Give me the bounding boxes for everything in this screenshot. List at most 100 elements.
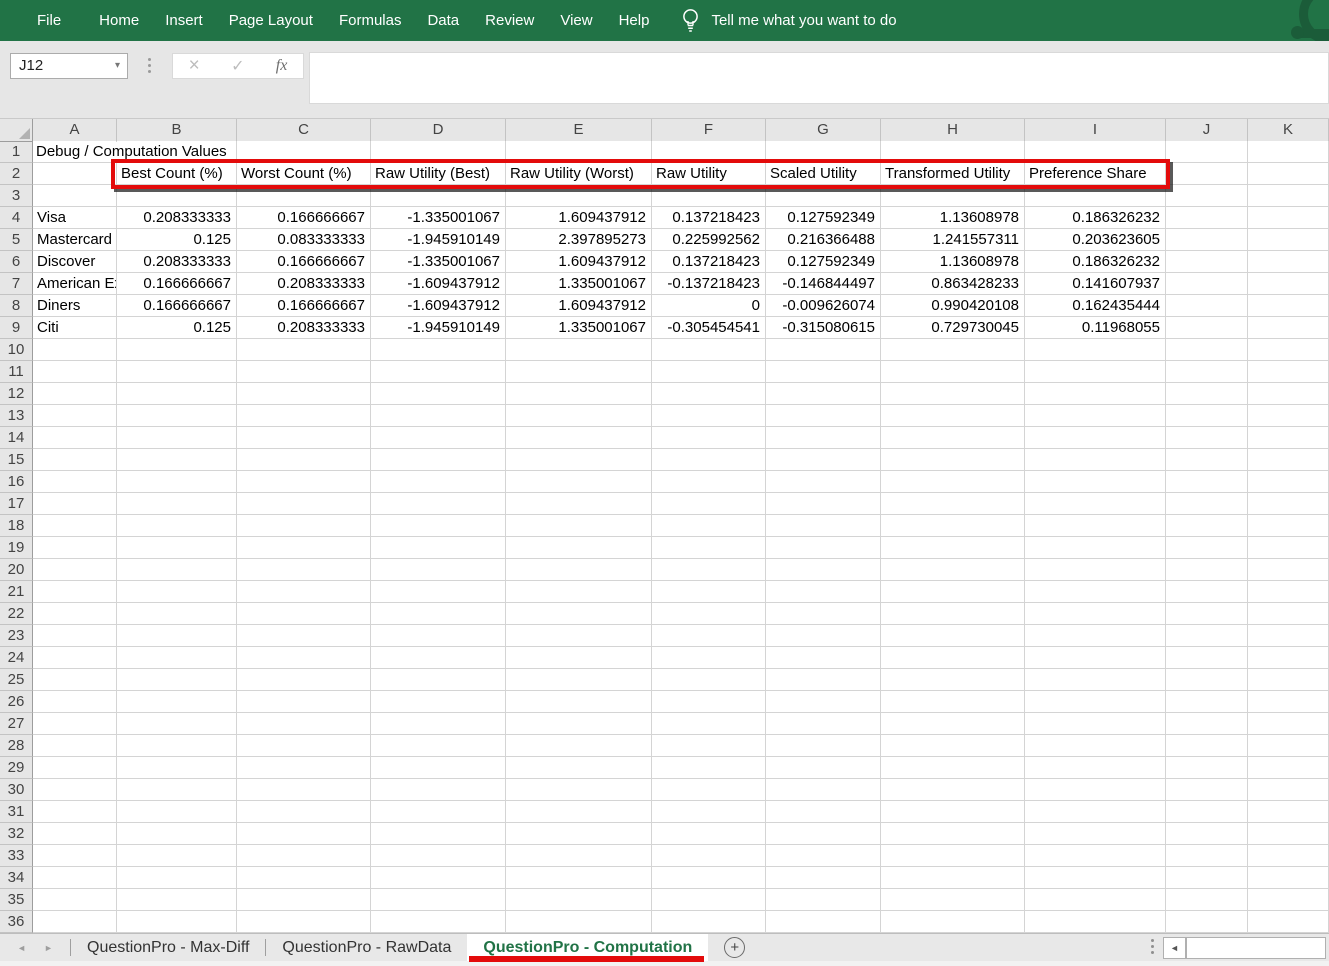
cell-F18[interactable] <box>652 515 766 537</box>
cell-B9[interactable]: 0.125 <box>117 317 237 339</box>
cell-F16[interactable] <box>652 471 766 493</box>
column-header-A[interactable]: A <box>33 119 117 142</box>
cell-C22[interactable] <box>237 603 371 625</box>
cell-C14[interactable] <box>237 427 371 449</box>
cell-G26[interactable] <box>766 691 881 713</box>
cell-H6[interactable]: 1.13608978 <box>881 251 1025 273</box>
cell-H32[interactable] <box>881 823 1025 845</box>
cell-F33[interactable] <box>652 845 766 867</box>
cell-I14[interactable] <box>1025 427 1166 449</box>
cell-I8[interactable]: 0.162435444 <box>1025 295 1166 317</box>
cell-G24[interactable] <box>766 647 881 669</box>
cell-I5[interactable]: 0.203623605 <box>1025 229 1166 251</box>
cell-K33[interactable] <box>1248 845 1329 867</box>
scrollbar-resize-handle[interactable] <box>1151 939 1154 954</box>
name-box[interactable]: J12 ▾ <box>10 53 128 79</box>
cell-K17[interactable] <box>1248 493 1329 515</box>
cell-H5[interactable]: 1.241557311 <box>881 229 1025 251</box>
cell-H25[interactable] <box>881 669 1025 691</box>
row-header-13[interactable]: 13 <box>0 405 33 427</box>
cell-F22[interactable] <box>652 603 766 625</box>
cell-B31[interactable] <box>117 801 237 823</box>
cell-K30[interactable] <box>1248 779 1329 801</box>
cell-K21[interactable] <box>1248 581 1329 603</box>
cell-G18[interactable] <box>766 515 881 537</box>
cell-A5[interactable]: Mastercard <box>33 229 117 251</box>
cell-H11[interactable] <box>881 361 1025 383</box>
cell-F28[interactable] <box>652 735 766 757</box>
row-header-18[interactable]: 18 <box>0 515 33 537</box>
cell-B16[interactable] <box>117 471 237 493</box>
cell-I6[interactable]: 0.186326232 <box>1025 251 1166 273</box>
cell-H22[interactable] <box>881 603 1025 625</box>
cell-K16[interactable] <box>1248 471 1329 493</box>
cell-K8[interactable] <box>1248 295 1329 317</box>
cell-G27[interactable] <box>766 713 881 735</box>
cell-G20[interactable] <box>766 559 881 581</box>
cell-D30[interactable] <box>371 779 506 801</box>
cell-D16[interactable] <box>371 471 506 493</box>
cell-H19[interactable] <box>881 537 1025 559</box>
cell-J22[interactable] <box>1166 603 1248 625</box>
cell-C15[interactable] <box>237 449 371 471</box>
cell-A15[interactable] <box>33 449 117 471</box>
cell-G17[interactable] <box>766 493 881 515</box>
cell-C30[interactable] <box>237 779 371 801</box>
cell-K15[interactable] <box>1248 449 1329 471</box>
cell-H21[interactable] <box>881 581 1025 603</box>
cell-A19[interactable] <box>33 537 117 559</box>
cell-H9[interactable]: 0.729730045 <box>881 317 1025 339</box>
cell-D17[interactable] <box>371 493 506 515</box>
cell-I30[interactable] <box>1025 779 1166 801</box>
cell-I20[interactable] <box>1025 559 1166 581</box>
cell-A6[interactable]: Discover <box>33 251 117 273</box>
cell-G15[interactable] <box>766 449 881 471</box>
cell-C5[interactable]: 0.083333333 <box>237 229 371 251</box>
cell-E8[interactable]: 1.609437912 <box>506 295 652 317</box>
cell-C34[interactable] <box>237 867 371 889</box>
cell-K27[interactable] <box>1248 713 1329 735</box>
cell-D14[interactable] <box>371 427 506 449</box>
cell-E32[interactable] <box>506 823 652 845</box>
cell-B13[interactable] <box>117 405 237 427</box>
cell-A3[interactable] <box>33 185 117 207</box>
cell-B7[interactable]: 0.166666667 <box>117 273 237 295</box>
cell-E34[interactable] <box>506 867 652 889</box>
column-header-B[interactable]: B <box>117 119 237 142</box>
cell-H17[interactable] <box>881 493 1025 515</box>
cell-K36[interactable] <box>1248 911 1329 933</box>
cell-G31[interactable] <box>766 801 881 823</box>
cell-G6[interactable]: 0.127592349 <box>766 251 881 273</box>
cell-J17[interactable] <box>1166 493 1248 515</box>
cell-D31[interactable] <box>371 801 506 823</box>
cell-B17[interactable] <box>117 493 237 515</box>
cell-K6[interactable] <box>1248 251 1329 273</box>
cell-F14[interactable] <box>652 427 766 449</box>
next-sheet-icon[interactable]: ► <box>44 943 53 953</box>
cell-G29[interactable] <box>766 757 881 779</box>
cell-G22[interactable] <box>766 603 881 625</box>
row-header-28[interactable]: 28 <box>0 735 33 757</box>
cell-F15[interactable] <box>652 449 766 471</box>
cell-B18[interactable] <box>117 515 237 537</box>
cancel-icon[interactable]: × <box>189 55 200 77</box>
cell-J4[interactable] <box>1166 207 1248 229</box>
cell-G7[interactable]: -0.146844497 <box>766 273 881 295</box>
column-header-G[interactable]: G <box>766 119 881 142</box>
cell-D20[interactable] <box>371 559 506 581</box>
cell-F27[interactable] <box>652 713 766 735</box>
cell-C29[interactable] <box>237 757 371 779</box>
cell-E14[interactable] <box>506 427 652 449</box>
column-header-K[interactable]: K <box>1248 119 1329 142</box>
ribbon-tab-review[interactable]: Review <box>472 0 547 41</box>
cell-G5[interactable]: 0.216366488 <box>766 229 881 251</box>
cell-I18[interactable] <box>1025 515 1166 537</box>
cell-C12[interactable] <box>237 383 371 405</box>
cell-H16[interactable] <box>881 471 1025 493</box>
cell-K7[interactable] <box>1248 273 1329 295</box>
row-header-26[interactable]: 26 <box>0 691 33 713</box>
cell-I22[interactable] <box>1025 603 1166 625</box>
cell-C25[interactable] <box>237 669 371 691</box>
column-header-D[interactable]: D <box>371 119 506 142</box>
row-header-36[interactable]: 36 <box>0 911 33 933</box>
